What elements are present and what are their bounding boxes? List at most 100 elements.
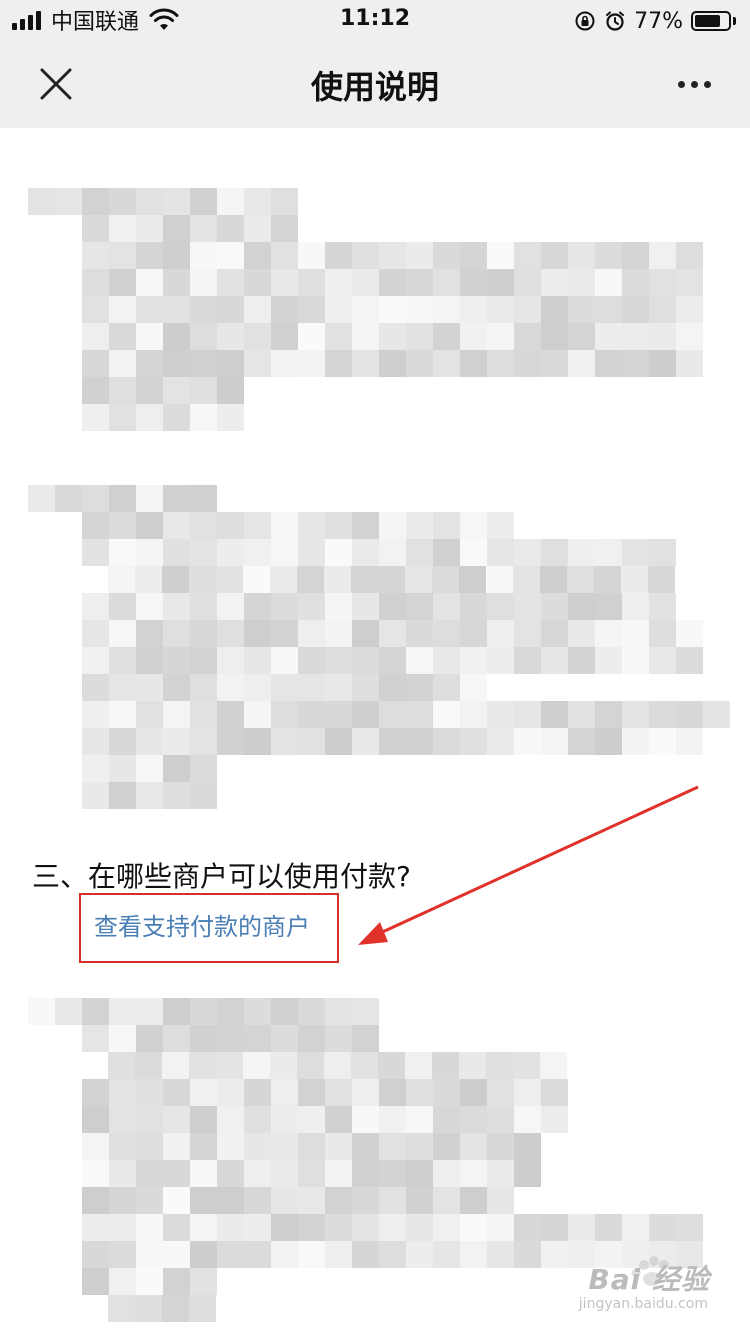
mosaic-pixel — [460, 1106, 487, 1133]
mosaic-pixel — [82, 512, 109, 539]
mosaic-pixel — [217, 1160, 244, 1187]
mosaic-pixel — [298, 350, 325, 377]
mosaic-pixel — [622, 647, 649, 674]
mosaic-pixel — [190, 377, 217, 404]
mosaic-pixel — [190, 350, 217, 377]
mosaic-pixel — [216, 566, 243, 593]
mosaic-pixel — [405, 566, 432, 593]
mosaic-pixel — [351, 566, 378, 593]
mosaic-pixel — [379, 296, 406, 323]
mosaic-pixel — [109, 755, 136, 782]
mosaic-pixel — [487, 647, 514, 674]
mosaic-pixel — [298, 1079, 325, 1106]
mosaic-pixel — [217, 350, 244, 377]
mosaic-pixel — [514, 701, 541, 728]
mosaic-pixel — [433, 296, 460, 323]
mosaic-pixel — [82, 1106, 109, 1133]
mosaic-pixel — [298, 269, 325, 296]
mosaic-pixel — [109, 404, 136, 431]
mosaic-pixel — [217, 1079, 244, 1106]
mosaic-pixel — [271, 296, 298, 323]
mosaic-pixel — [82, 1214, 109, 1241]
mosaic-pixel — [136, 1214, 163, 1241]
mosaic-pixel — [82, 755, 109, 782]
mosaic-pixel — [163, 1268, 190, 1295]
mosaic-pixel — [190, 620, 217, 647]
mosaic-pixel — [540, 566, 567, 593]
mosaic-pixel — [136, 1106, 163, 1133]
mosaic-pixel — [244, 242, 271, 269]
mosaic-pixel — [406, 242, 433, 269]
more-button[interactable] — [668, 58, 720, 110]
mosaic-pixel — [379, 512, 406, 539]
mosaic-pixel — [163, 728, 190, 755]
mosaic-pixel — [217, 539, 244, 566]
mosaic-pixel — [136, 350, 163, 377]
mosaic-pixel — [244, 1106, 271, 1133]
watermark-url: jingyan.baidu.com — [578, 1296, 708, 1312]
mosaic-pixel — [163, 755, 190, 782]
mosaic-pixel — [163, 323, 190, 350]
mosaic-pixel — [325, 1187, 352, 1214]
mosaic-pixel — [460, 539, 487, 566]
mosaic-pixel — [594, 566, 621, 593]
mosaic-pixel — [406, 593, 433, 620]
mosaic-pixel — [136, 620, 163, 647]
mosaic-pixel — [136, 647, 163, 674]
mosaic-pixel — [460, 269, 487, 296]
mosaic-pixel — [109, 215, 136, 242]
more-icon-dot — [690, 80, 698, 88]
mosaic-pixel — [352, 1133, 379, 1160]
mosaic-pixel — [487, 1079, 514, 1106]
mosaic-pixel — [216, 1052, 243, 1079]
mosaic-pixel — [109, 998, 136, 1025]
mosaic-pixel — [541, 350, 568, 377]
mosaic-pixel — [487, 323, 514, 350]
mosaic-pixel — [55, 998, 82, 1025]
mosaic-pixel — [487, 701, 514, 728]
mosaic-pixel — [351, 1052, 378, 1079]
mosaic-pixel — [325, 323, 352, 350]
mosaic-pixel — [243, 566, 270, 593]
mosaic-pixel — [433, 539, 460, 566]
mosaic-pixel — [514, 1133, 541, 1160]
mosaic-pixel — [622, 323, 649, 350]
mosaic-pixel — [82, 674, 109, 701]
mosaic-pixel — [406, 1187, 433, 1214]
mosaic-pixel — [135, 1052, 162, 1079]
alarm-icon — [606, 11, 625, 31]
mosaic-pixel — [379, 269, 406, 296]
supported-merchants-link[interactable]: 查看支持付款的商户 — [94, 907, 310, 942]
mosaic-pixel — [514, 620, 541, 647]
mosaic-pixel — [487, 1160, 514, 1187]
mosaic-pixel — [325, 1025, 352, 1052]
mosaic-pixel — [460, 350, 487, 377]
mosaic-pixel — [649, 728, 676, 755]
mosaic-pixel — [190, 998, 217, 1025]
mosaic-pixel — [190, 1025, 217, 1052]
mosaic-pixel — [217, 593, 244, 620]
mosaic-pixel — [514, 539, 541, 566]
mosaic-pixel — [541, 242, 568, 269]
mosaic-pixel — [190, 701, 217, 728]
mosaic-pixel — [622, 728, 649, 755]
mosaic-pixel — [244, 674, 271, 701]
mosaic-pixel — [460, 1187, 487, 1214]
mosaic-pixel — [271, 1079, 298, 1106]
mosaic-pixel — [190, 404, 217, 431]
mosaic-pixel — [352, 1187, 379, 1214]
mosaic-pixel — [325, 674, 352, 701]
mosaic-pixel — [298, 701, 325, 728]
mosaic-pixel — [298, 728, 325, 755]
mosaic-pixel — [82, 242, 109, 269]
mosaic-pixel — [109, 512, 136, 539]
mosaic-pixel — [163, 377, 190, 404]
mosaic-pixel — [325, 620, 352, 647]
mosaic-pixel — [82, 701, 109, 728]
mosaic-pixel — [82, 1187, 109, 1214]
mosaic-pixel — [271, 1241, 298, 1268]
mosaic-pixel — [514, 1241, 541, 1268]
mosaic-pixel — [136, 755, 163, 782]
mosaic-pixel — [514, 1160, 541, 1187]
mosaic-pixel — [217, 620, 244, 647]
